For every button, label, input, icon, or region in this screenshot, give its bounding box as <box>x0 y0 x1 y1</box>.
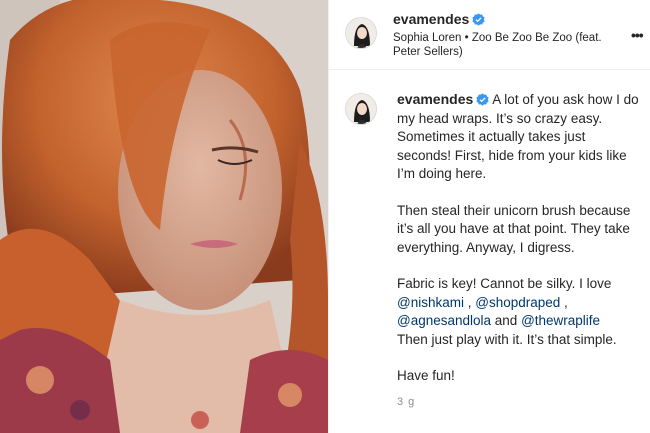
post-timestamp[interactable]: 3 g <box>397 396 415 408</box>
caption-paragraph-3-end: Then just play with it. It’s that simple… <box>397 331 617 347</box>
audio-track-link[interactable]: Sophia Loren • Zoo Be Zoo Be Zoo (feat. … <box>393 31 629 59</box>
verified-badge-icon <box>476 93 489 106</box>
caption-username-text[interactable]: evamendes <box>397 91 473 107</box>
post-media[interactable] <box>0 0 328 433</box>
more-options-icon[interactable]: ••• <box>631 27 644 43</box>
mention-link[interactable]: @nishkami <box>397 295 464 310</box>
caption-paragraph-1: evamendes A lot of you ask how I do my h… <box>397 90 643 184</box>
caption-paragraph-4: Have fun! <box>397 368 455 383</box>
post-details-panel: evamendes Sophia Loren • Zoo Be Zoo Be Z… <box>328 0 650 433</box>
post-header: evamendes Sophia Loren • Zoo Be Zoo Be Z… <box>329 0 650 70</box>
mention-link[interactable]: @shopdraped <box>475 295 560 310</box>
caption-avatar[interactable] <box>345 93 377 125</box>
conjunction: and <box>491 313 522 328</box>
mention-link[interactable]: @agnesandlola <box>397 313 491 328</box>
avatar-illustration-icon <box>346 18 376 48</box>
post-photo <box>0 0 328 433</box>
avatar[interactable] <box>345 17 377 49</box>
username-text[interactable]: evamendes <box>393 11 469 27</box>
separator: , <box>463 294 476 310</box>
verified-badge-icon <box>472 13 485 26</box>
post-caption: evamendes A lot of you ask how I do my h… <box>397 90 643 386</box>
avatar-illustration-icon <box>346 94 376 124</box>
caption-paragraph-2: Then steal their unicorn brush because i… <box>397 202 631 255</box>
mention-link[interactable]: @thewraplife <box>521 313 600 328</box>
separator: , <box>560 294 568 310</box>
caption-text-3: Fabric is key! Cannot be silky. I love <box>397 276 612 291</box>
caption-paragraph-3: Fabric is key! Cannot be silky. I love @… <box>397 275 643 331</box>
post-author-username[interactable]: evamendes <box>393 11 485 27</box>
caption-username[interactable]: evamendes <box>397 91 489 107</box>
